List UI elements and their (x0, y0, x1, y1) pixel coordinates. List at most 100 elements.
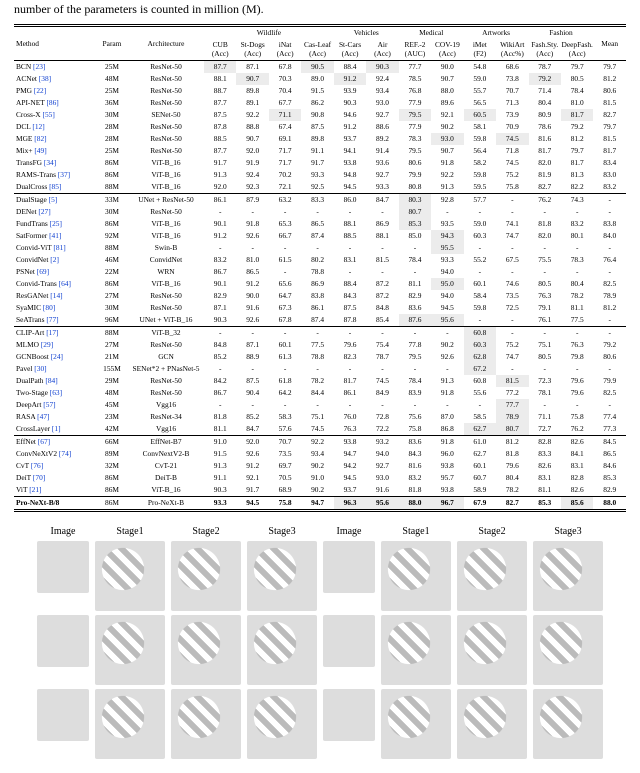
table-row: DualStage [5]33MUNet + ResNet-5086.187.9… (14, 193, 626, 206)
table-row: ViT [21]86MViT-B_1690.391.768.990.293.79… (14, 484, 626, 497)
grid-header: Stage1 (381, 526, 451, 537)
table-row: DualCross [85]88MViT-B_1692.092.372.192.… (14, 181, 626, 194)
table-row: DeiT [70]86MDeiT-B91.192.170.591.094.593… (14, 472, 626, 484)
table-row: Pavel [30]155MSENet*2 + PNasNet-5-------… (14, 363, 626, 375)
group-artworks: Artworks (464, 25, 529, 39)
table-row: CrossLayer [1]42MVgg1681.184.757.674.576… (14, 423, 626, 436)
stage-thumbnail (457, 689, 527, 759)
method-cell: SeATrans [77] (14, 314, 96, 327)
method-cell: SyaMIC [80] (14, 302, 96, 314)
method-cell: MLMO [29] (14, 339, 96, 351)
method-cell: DualCross [85] (14, 181, 96, 194)
stage-thumbnail (323, 615, 375, 667)
table-row: API-NET [86]36MResNet-5087.789.167.786.2… (14, 97, 626, 109)
table-row: DualPath [84]29MResNet-5084.287.561.878.… (14, 375, 626, 387)
method-cell: GCNBoost [24] (14, 351, 96, 363)
method-cell: RASA [47] (14, 411, 96, 423)
method-cell: DualStage [5] (14, 193, 96, 206)
method-cell: Convid-Trans [64] (14, 278, 96, 290)
stage-thumbnail (171, 615, 241, 685)
caption-fragment: number of the parameters is counted in m… (14, 2, 626, 18)
group-fashion: Fashion (529, 25, 594, 39)
method-cell: MGE [82] (14, 133, 96, 145)
stage-visualization-grid: Image Stage1 Stage2 Stage3 Image Stage1 Stage2… (14, 526, 626, 759)
table-row: RAMS-Trans [37]86MViT-B_1691.392.470.293… (14, 169, 626, 181)
stage-thumbnail (95, 689, 165, 759)
grid-header: Stage1 (95, 526, 165, 537)
stage-thumbnail (533, 689, 603, 759)
grid-header: Image (323, 526, 375, 537)
stage-thumbnail (381, 541, 451, 611)
method-cell: ACNet [38] (14, 73, 96, 85)
table-row: MLMO [29]27MResNet-5084.887.160.177.579.… (14, 339, 626, 351)
method-cell: CLIP-Art [17] (14, 326, 96, 339)
method-cell: BCN [23] (14, 60, 96, 73)
method-cell: CvT [76] (14, 460, 96, 472)
group-wildlife: Wildlife (204, 25, 334, 39)
grid-header: Stage2 (171, 526, 241, 537)
stage-thumbnail (457, 615, 527, 685)
stage-thumbnail (323, 689, 375, 741)
table-row: PSNet [69]22MWRN86.786.5-78.8---94.0----… (14, 266, 626, 278)
table-row: Two-Stage [63]48MResNet-5086.790.464.284… (14, 387, 626, 399)
table-row: PMG [22]25MResNet-5088.789.870.491.593.9… (14, 85, 626, 97)
method-cell: Two-Stage [63] (14, 387, 96, 399)
table-row: MGE [82]28MResNet-5088.590.769.189.893.7… (14, 133, 626, 145)
method-cell: DualPath [84] (14, 375, 96, 387)
group-medical: Medical (399, 25, 464, 39)
stage-thumbnail (381, 689, 451, 759)
method-cell: EffNet [67] (14, 435, 96, 448)
stage-thumbnail (247, 689, 317, 759)
stage-thumbnail (37, 689, 89, 741)
stage-thumbnail (381, 615, 451, 685)
method-cell: ViT [21] (14, 484, 96, 497)
table-row: Pro-NeXt-B/8 86MPro-NeXt-B93.394.575.894… (14, 496, 626, 510)
stage-thumbnail (95, 541, 165, 611)
stage-thumbnail (247, 615, 317, 685)
method-cell: SatFormer [41] (14, 230, 96, 242)
results-table: MethodParamArchitectureWildlifeVehiclesM… (14, 24, 626, 512)
table-row: TransFG [34]86MViT-B_1691.791.971.791.79… (14, 157, 626, 169)
grid-header: Stage3 (533, 526, 603, 537)
method-cell: TransFG [34] (14, 157, 96, 169)
table-row: ConvidNet [2]46MConvidNet83.281.061.580.… (14, 254, 626, 266)
table-row: Convid-Trans [64]86MViT-B_1690.191.265.6… (14, 278, 626, 290)
method-cell: CrossLayer [1] (14, 423, 96, 436)
method-cell: Pro-NeXt-B/8 (14, 496, 96, 510)
stage-thumbnail (457, 541, 527, 611)
stage-thumbnail (247, 541, 317, 611)
method-cell: Mix+ [49] (14, 145, 96, 157)
table-row: FundTrans [25]86MViT-B_1690.191.865.386.… (14, 218, 626, 230)
stage-thumbnail (171, 689, 241, 759)
table-row: Cross-X [55]30MSENet-5087.592.271.190.89… (14, 109, 626, 121)
method-cell: API-NET [86] (14, 97, 96, 109)
method-cell: DCL [12] (14, 121, 96, 133)
stage-thumbnail (533, 541, 603, 611)
table-row: RASA [47]23MResNet-3481.885.258.375.176.… (14, 411, 626, 423)
table-row: CLIP-Art [17]88MViT-B_32--------60.8---- (14, 326, 626, 339)
method-cell: ConvidNet [2] (14, 254, 96, 266)
stage-thumbnail (37, 541, 89, 593)
table-row: ACNet [38]48MResNet-5088.190.770.389.091… (14, 73, 626, 85)
table-row: ConvNeXtV2 [74]89MConvNextV2-B91.592.673… (14, 448, 626, 460)
table-row: DeepArt [57]45MVgg16---------77.7--- (14, 399, 626, 411)
grid-header: Stage2 (457, 526, 527, 537)
method-cell: FundTrans [25] (14, 218, 96, 230)
table-row: ResGANet [14]27MResNet-5082.990.064.783.… (14, 290, 626, 302)
table-row: DENet [27]30MResNet-50------80.7------ (14, 206, 626, 218)
table-row: EffNet [67]66MEffNet-B791.092.070.792.29… (14, 435, 626, 448)
table-row: Convid-ViT [81]88MSwin-B-------95.5----- (14, 242, 626, 254)
table-row: BCN [23]25MResNet-5087.787.167.890.588.4… (14, 60, 626, 73)
table-row: SatFormer [41]92MViT-B_1691.292.666.787.… (14, 230, 626, 242)
method-cell: ConvNeXtV2 [74] (14, 448, 96, 460)
stage-thumbnail (323, 541, 375, 593)
method-cell: DeepArt [57] (14, 399, 96, 411)
method-cell: DENet [27] (14, 206, 96, 218)
table-row: Mix+ [49]25MResNet-5087.792.071.791.194.… (14, 145, 626, 157)
method-cell: PSNet [69] (14, 266, 96, 278)
stage-thumbnail (171, 541, 241, 611)
table-row: DCL [12]28MResNet-5087.888.867.487.591.2… (14, 121, 626, 133)
method-cell: DeiT [70] (14, 472, 96, 484)
group-vehicles: Vehicles (334, 25, 399, 39)
grid-header: Image (37, 526, 89, 537)
